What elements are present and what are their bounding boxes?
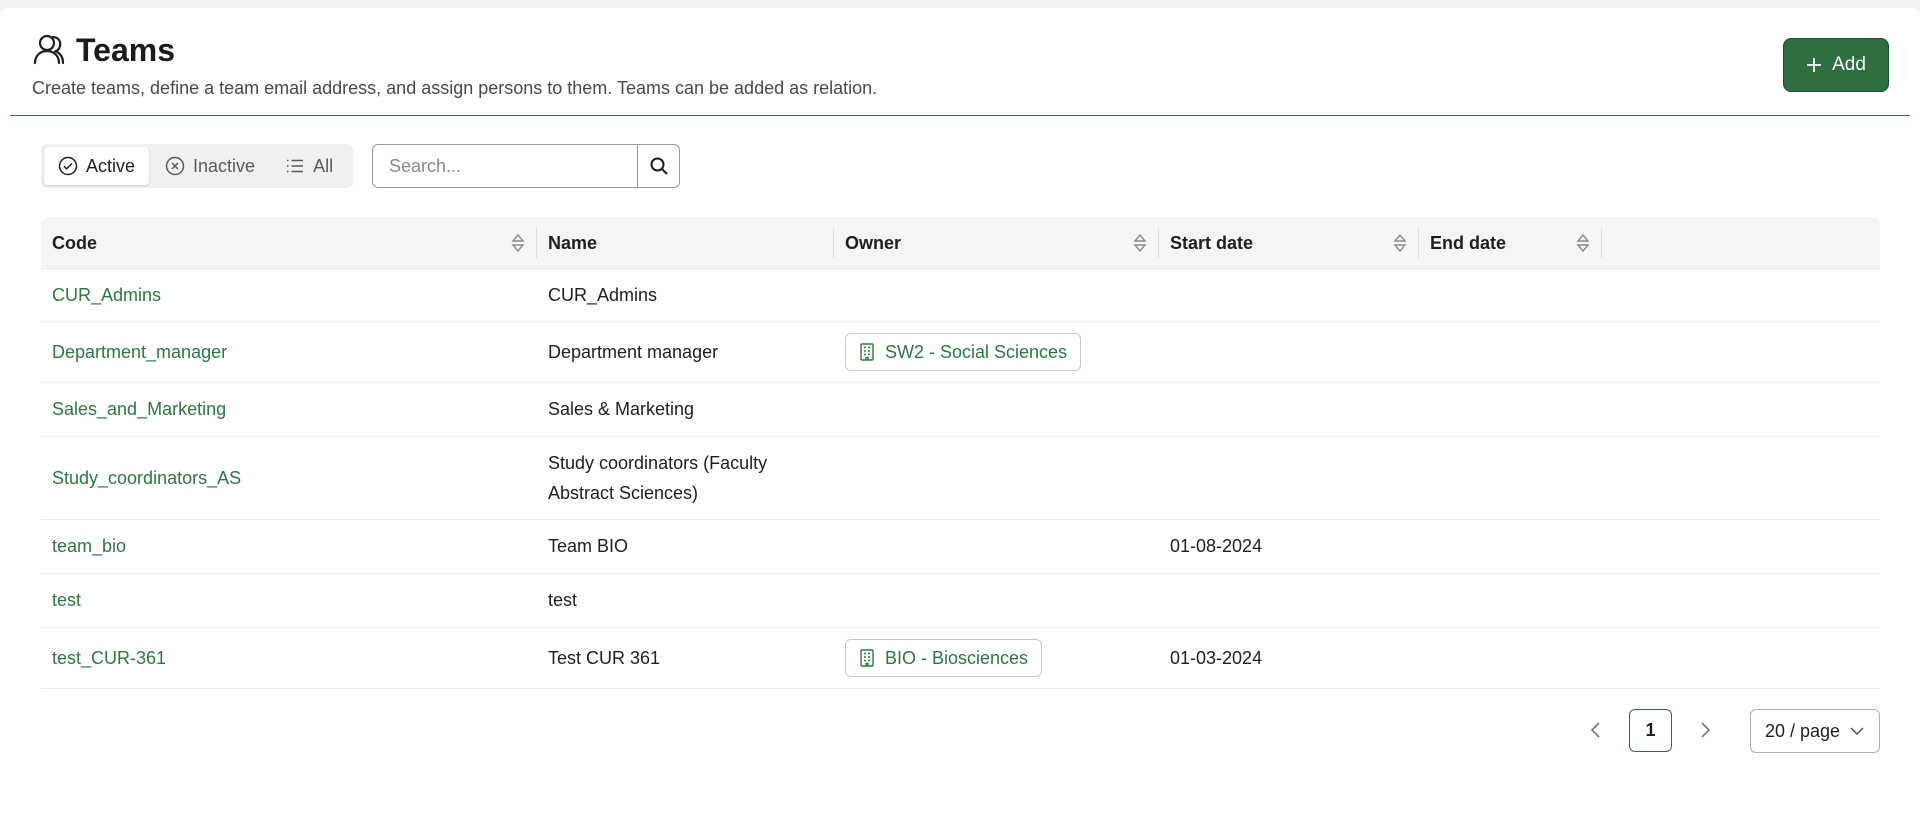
column-header-name[interactable]: Name (537, 217, 834, 269)
table-row[interactable]: test_CUR-361 Test CUR 361 BIO - Bioscien… (41, 628, 1880, 689)
sort-icon[interactable] (1392, 232, 1408, 254)
table-row[interactable]: CUR_Admins CUR_Admins (41, 269, 1880, 322)
column-header-start-date[interactable]: Start date (1159, 217, 1419, 269)
table-row[interactable]: Department_manager Department manager SW… (41, 322, 1880, 383)
sort-icon[interactable] (1132, 232, 1148, 254)
team-code-link[interactable]: Sales_and_Marketing (52, 394, 226, 424)
filter-all-label: All (313, 155, 334, 176)
filter-active-label: Active (86, 155, 136, 176)
column-label: Name (548, 232, 598, 253)
filter-active[interactable]: Active (44, 147, 150, 185)
team-name: test (548, 590, 578, 610)
table-row[interactable]: team_bio Team BIO 01-08-2024 (41, 520, 1880, 574)
team-code-link[interactable]: test (52, 585, 81, 615)
search-icon (650, 157, 668, 175)
page-size-select[interactable]: 20 / page (1750, 709, 1880, 753)
page-number-button[interactable]: 1 (1629, 709, 1672, 752)
table-header: Code Name Owner Start date End date (41, 217, 1880, 269)
filter-all[interactable]: All (271, 147, 347, 185)
page-description: Create teams, define a team email addres… (32, 78, 878, 98)
table-row[interactable]: test test (41, 574, 1880, 628)
owner-tag[interactable]: BIO - Biosciences (845, 639, 1043, 677)
table-row[interactable]: Study_coordinators_AS Study coordinators… (41, 437, 1880, 520)
next-page-button[interactable] (1690, 712, 1720, 748)
chevron-down-icon (1850, 727, 1864, 736)
team-name: Test CUR 361 (548, 648, 661, 668)
search-button[interactable] (637, 144, 680, 188)
teams-card: Teams Create teams, define a team email … (0, 8, 1920, 840)
team-icon (33, 34, 65, 65)
owner-tag[interactable]: SW2 - Social Sciences (845, 333, 1082, 371)
team-name: Team BIO (548, 536, 629, 556)
check-circle-icon (58, 156, 78, 176)
sort-icon[interactable] (510, 232, 526, 254)
add-team-button[interactable]: Add (1783, 38, 1889, 92)
column-divider (1601, 228, 1602, 258)
column-label: Code (52, 232, 97, 253)
start-date: 01-03-2024 (1170, 648, 1263, 668)
status-filter: Active Inactive All (41, 144, 353, 188)
page-size-label: 20 / page (1765, 720, 1841, 741)
search-input[interactable] (372, 144, 637, 188)
team-code-link[interactable]: Department_manager (52, 337, 227, 367)
column-header-owner[interactable]: Owner (834, 217, 1159, 269)
building-icon (860, 649, 874, 667)
add-button-label: Add (1832, 54, 1866, 75)
chevron-left-icon (1590, 722, 1600, 738)
filter-inactive-label: Inactive (193, 155, 256, 176)
team-code-link[interactable]: Study_coordinators_AS (52, 463, 241, 493)
chevron-right-icon (1701, 722, 1711, 738)
list-icon (287, 159, 304, 173)
x-circle-icon (165, 156, 185, 176)
team-name: CUR_Admins (548, 285, 658, 305)
building-icon (860, 343, 874, 361)
team-code-link[interactable]: test_CUR-361 (52, 643, 166, 673)
team-name-continued: Abstract Sciences) (548, 483, 699, 503)
owner-label: BIO - Biosciences (885, 647, 1029, 668)
team-name: Department manager (548, 342, 719, 362)
previous-page-button[interactable] (1581, 712, 1611, 748)
table-row[interactable]: Sales_and_Marketing Sales & Marketing (41, 383, 1880, 437)
teams-table: Code Name Owner Start date End date CUR_… (41, 217, 1880, 689)
column-label: Owner (845, 232, 902, 253)
team-code-link[interactable]: CUR_Admins (52, 280, 161, 310)
filter-inactive[interactable]: Inactive (151, 147, 269, 185)
search-box (372, 144, 680, 188)
team-code-link[interactable]: team_bio (52, 531, 126, 561)
page-header: Teams Create teams, define a team email … (10, 8, 1910, 116)
owner-label: SW2 - Social Sciences (885, 341, 1068, 362)
column-header-code[interactable]: Code (41, 217, 537, 269)
column-label: Start date (1170, 232, 1254, 253)
team-name: Sales & Marketing (548, 399, 695, 419)
page-title: Teams (76, 32, 176, 68)
start-date: 01-08-2024 (1170, 536, 1263, 556)
column-label: End date (1430, 232, 1507, 253)
column-header-end-date[interactable]: End date (1419, 217, 1602, 269)
sort-icon[interactable] (1575, 232, 1591, 254)
plus-icon (1807, 58, 1822, 72)
team-name: Study coordinators (Faculty (548, 453, 768, 473)
